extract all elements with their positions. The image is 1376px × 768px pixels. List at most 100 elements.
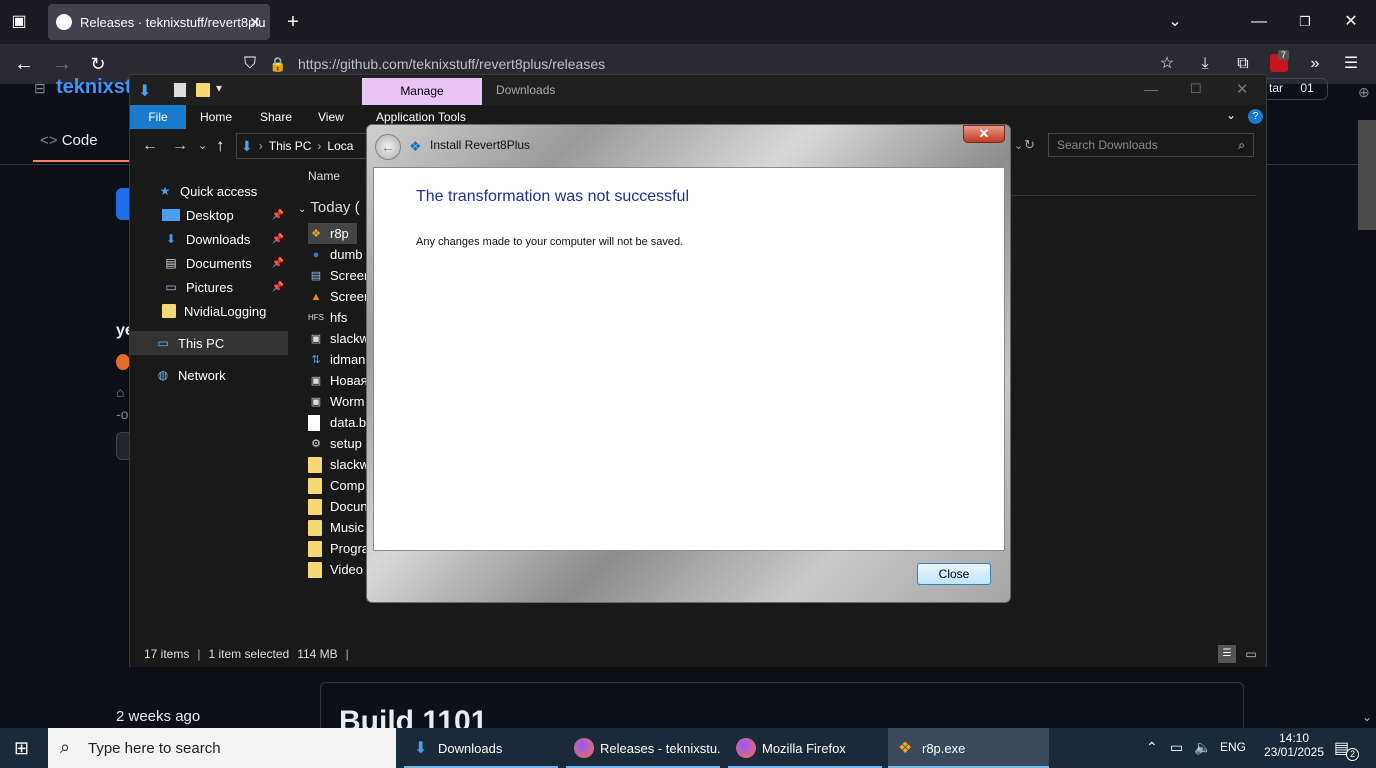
file-item[interactable]: ▲ Screen <box>308 286 372 307</box>
clock[interactable]: 14:10 23/01/2025 <box>1256 731 1332 759</box>
close-window-icon[interactable]: ✕ <box>1340 11 1362 33</box>
new-folder-icon[interactable] <box>196 83 210 97</box>
compare-button[interactable] <box>116 432 130 460</box>
properties-icon[interactable] <box>174 83 186 97</box>
avatar[interactable] <box>116 354 130 370</box>
address-dropdown-icon[interactable]: ⌄ <box>1014 139 1023 152</box>
explorer-maximize-icon[interactable]: ☐ <box>1190 81 1202 97</box>
taskbar-item-downloads[interactable]: ⬇ Downloads <box>404 728 558 768</box>
overflow-menu-icon[interactable]: » <box>1304 53 1326 75</box>
nav-documents[interactable]: ▤ Documents 📌 <box>130 251 288 275</box>
back-icon[interactable]: ← <box>12 53 36 75</box>
folder-icon <box>308 540 322 557</box>
file-item[interactable]: ▣ Worm <box>308 391 365 412</box>
customize-toolbar-icon[interactable]: ▾ <box>216 81 222 95</box>
file-item[interactable]: Docun <box>308 496 368 517</box>
location-icon: ⬇ <box>241 137 253 154</box>
explorer-minimize-icon[interactable]: — <box>1144 81 1158 97</box>
file-tab[interactable]: File <box>130 105 186 129</box>
explorer-forward-icon[interactable]: → <box>172 137 188 155</box>
nav-desktop[interactable]: Desktop 📌 <box>130 203 288 227</box>
file-item[interactable]: Music <box>308 517 364 538</box>
pin-icon: 📌 <box>271 281 284 293</box>
forward-icon[interactable]: → <box>50 53 74 75</box>
view-tab[interactable]: View <box>318 110 344 124</box>
file-item[interactable]: ▣ slackw <box>308 328 369 349</box>
code-tab[interactable]: <> Code <box>40 132 98 149</box>
scroll-down-icon[interactable]: ⌄ <box>1362 710 1372 724</box>
extensions-icon[interactable]: ⧉ <box>1232 53 1254 75</box>
list-tabs-icon[interactable]: ⌄ <box>1164 11 1186 33</box>
downloads-icon[interactable]: ⤓ <box>1194 53 1216 75</box>
taskbar-item-releases[interactable]: Releases - teknixstu... <box>566 728 720 768</box>
repo-more-icon[interactable]: ⊕ <box>1358 84 1370 101</box>
nav-nvidialogging[interactable]: NvidiaLogging <box>130 299 288 323</box>
language-indicator[interactable]: ENG <box>1220 740 1246 754</box>
file-item[interactable]: Video <box>308 559 363 580</box>
page-scrollbar-thumb[interactable] <box>1358 120 1376 230</box>
file-item[interactable]: ▣ Новая <box>308 370 368 391</box>
tab-overview-icon[interactable]: ▣ <box>8 11 30 33</box>
file-name: dumb <box>330 247 363 262</box>
nav-pictures[interactable]: ▭ Pictures 📌 <box>130 275 288 299</box>
file-item[interactable]: ⚙ setup <box>308 433 362 454</box>
code-icon: <> <box>40 132 58 149</box>
new-tab-icon[interactable]: + <box>282 11 304 33</box>
folder-icon <box>162 304 176 318</box>
file-item[interactable]: ⇅ idman <box>308 349 365 370</box>
nav-downloads[interactable]: ⬇ Downloads 📌 <box>130 227 288 251</box>
recent-locations-icon[interactable]: ⌄ <box>198 139 207 152</box>
details-view-icon[interactable]: ☰ <box>1218 645 1236 663</box>
minimize-icon[interactable]: — <box>1248 11 1270 33</box>
nav-network[interactable]: ◍ Network <box>130 363 288 387</box>
manage-tab[interactable]: Manage <box>362 78 482 105</box>
file-item[interactable]: ● dumb <box>308 244 363 265</box>
refresh-icon[interactable]: ↻ <box>1024 137 1035 153</box>
taskbar-search-box[interactable]: ⌕ Type here to search <box>48 728 396 768</box>
browser-tab-releases[interactable]: Releases · teknixstuff/revert8plu <box>48 4 270 40</box>
file-item[interactable]: Comp <box>308 475 365 496</box>
volume-muted-icon[interactable]: 🔈 <box>1194 739 1211 756</box>
address-bar[interactable]: ⬇ › This PC › Loca <box>236 133 370 159</box>
dialog-close-icon[interactable]: ✕ <box>963 125 1005 143</box>
taskbar-item-firefox[interactable]: Mozilla Firefox <box>728 728 882 768</box>
up-folder-icon[interactable]: ↑ <box>216 136 225 156</box>
show-hidden-icons-icon[interactable]: ⌃ <box>1146 739 1158 756</box>
network-status-icon[interactable]: ▭ <box>1170 739 1183 756</box>
code-tab-underline <box>33 160 133 162</box>
window-title: Downloads <box>496 83 556 97</box>
close-tab-icon[interactable]: ✕ <box>246 11 264 33</box>
file-item[interactable]: HFS hfs <box>308 307 347 328</box>
home-tab[interactable]: Home <box>200 110 232 124</box>
start-windows-icon[interactable]: ⊞ <box>14 738 34 758</box>
file-item[interactable]: data.b <box>308 412 366 433</box>
hamburger-menu-icon[interactable]: ☰ <box>1340 53 1362 75</box>
taskbar-item-label: Downloads <box>438 740 503 756</box>
star-button[interactable]: tar 01 <box>1260 78 1328 100</box>
explorer-back-icon[interactable]: ← <box>142 137 158 155</box>
file-item[interactable]: slackw <box>308 454 369 475</box>
nav-quick-access[interactable]: ★ Quick access <box>130 179 288 203</box>
breadcrumb-local[interactable]: Loca <box>327 139 353 153</box>
new-release-button[interactable] <box>116 188 130 220</box>
file-item-r8p[interactable]: ❖ r8p <box>308 223 357 244</box>
help-icon[interactable]: ? <box>1248 109 1263 124</box>
taskbar-item-r8p[interactable]: ❖ r8p.exe <box>888 728 1049 768</box>
file-item[interactable]: Progra <box>308 538 369 559</box>
group-today[interactable]: ⌄ Today ( <box>298 199 360 216</box>
dialog-back-icon[interactable]: ← <box>375 134 401 160</box>
nav-this-pc[interactable]: ▭ This PC <box>130 331 288 355</box>
breadcrumb-this-pc[interactable]: This PC <box>269 139 312 153</box>
file-item[interactable]: ▤ Screen <box>308 265 371 286</box>
expand-ribbon-icon[interactable]: ⌄ <box>1226 108 1236 122</box>
application-tools-tab[interactable]: Application Tools <box>376 110 466 124</box>
dialog-close-button[interactable]: Close <box>917 563 991 585</box>
reload-icon[interactable]: ↻ <box>86 53 110 75</box>
large-icons-view-icon[interactable]: ▭ <box>1242 645 1260 663</box>
share-tab[interactable]: Share <box>260 110 292 124</box>
search-downloads-input[interactable]: Search Downloads ⌕ <box>1048 133 1254 157</box>
column-header-name[interactable]: Name <box>308 169 340 183</box>
explorer-close-icon[interactable]: ✕ <box>1236 80 1249 98</box>
file-name: Music <box>330 520 364 535</box>
restore-icon[interactable]: ❐ <box>1294 11 1316 33</box>
